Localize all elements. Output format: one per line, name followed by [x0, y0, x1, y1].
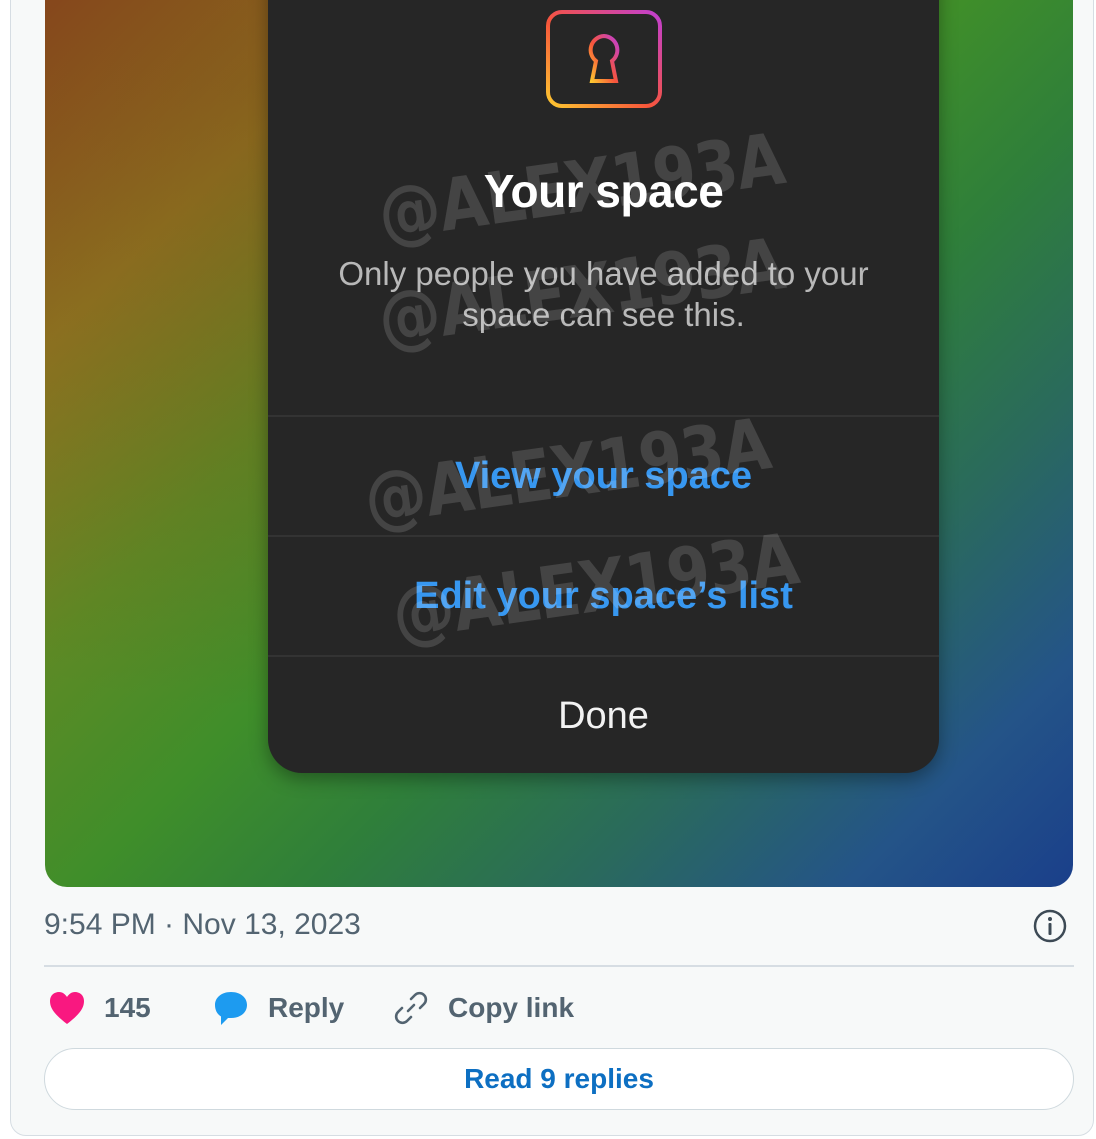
like-button[interactable]: 145	[48, 985, 151, 1031]
read-replies-button[interactable]: Read 9 replies	[44, 1048, 1074, 1110]
edit-space-list-button[interactable]: Edit your space’s list	[268, 537, 939, 655]
reply-label: Reply	[268, 992, 345, 1023]
reply-bubble-icon	[215, 992, 247, 1025]
sheet-title: Your space	[483, 165, 724, 217]
info-icon[interactable]	[1032, 908, 1068, 944]
divider	[44, 965, 1074, 967]
copy-link-label: Copy link	[448, 992, 575, 1023]
like-count: 145	[104, 992, 151, 1023]
heart-icon	[50, 992, 84, 1024]
copy-link-button[interactable]: Copy link	[392, 985, 574, 1031]
tweet-media-image[interactable]: Your space Only people you have added to…	[45, 0, 1073, 887]
sheet-description: Only people you have added to your space…	[338, 255, 869, 333]
tweet-timestamp[interactable]: 9:54 PM · Nov 13, 2023	[44, 908, 361, 942]
link-icon	[394, 991, 428, 1025]
view-your-space-button[interactable]: View your space	[268, 417, 939, 535]
reply-button[interactable]: Reply	[212, 985, 344, 1031]
done-button[interactable]: Done	[268, 657, 939, 775]
your-space-sheet: Your space Only people you have added to…	[268, 0, 939, 773]
lock-icon	[546, 0, 662, 108]
